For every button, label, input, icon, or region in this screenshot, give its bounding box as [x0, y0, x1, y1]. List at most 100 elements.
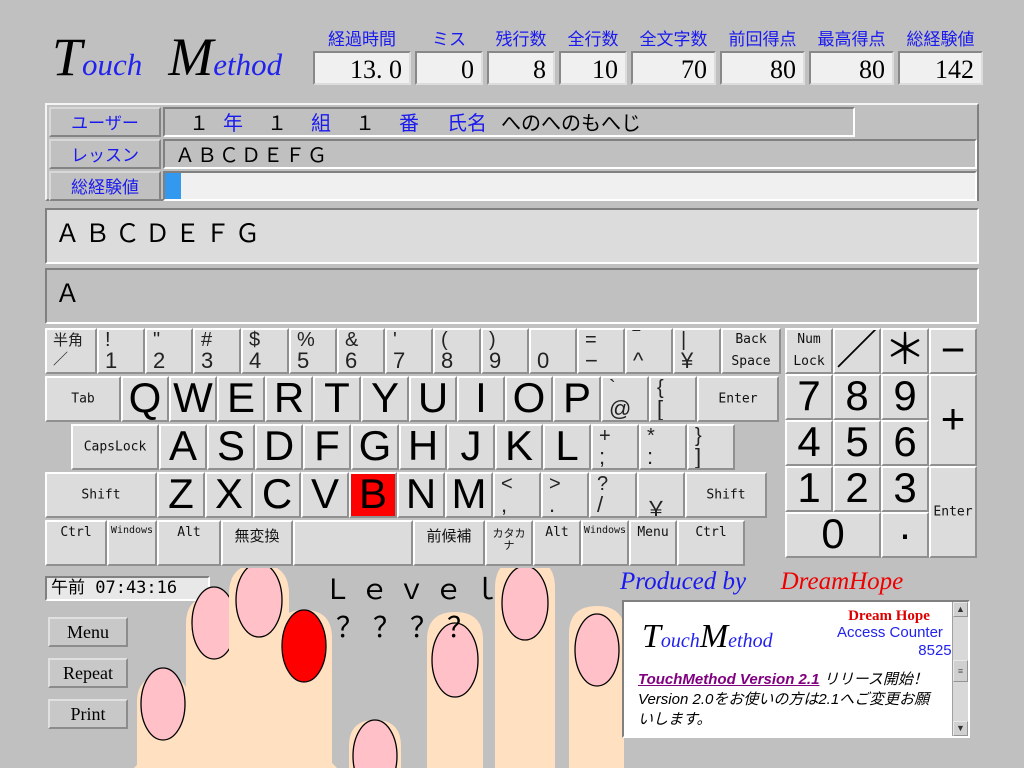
key-5[interactable]: % 5 [289, 328, 337, 374]
key-9[interactable]: ) 9 [481, 328, 529, 374]
scroll-up-arrow[interactable]: ▲ [953, 602, 968, 617]
key-base-glyph: 9 [489, 348, 502, 373]
key-8[interactable]: 8 [833, 374, 881, 420]
key-6[interactable]: 6 [881, 420, 929, 466]
key-6[interactable]: & 6 [337, 328, 385, 374]
key-label-line2: Space [731, 354, 771, 369]
key-ctrl[interactable]: Ctrl [677, 520, 745, 566]
key-j[interactable]: J [447, 424, 495, 470]
key-k[interactable]: K [495, 424, 543, 470]
key-a[interactable]: A [159, 424, 207, 470]
user-info-panel: ユーザー １ 年 １ 組 １ 番氏名 へのへのもへじ レッスン ＡＢＣＤＥＦＧ 総経験値 [45, 103, 979, 201]
key-o[interactable]: O [505, 376, 553, 422]
access-counter-label: Access Counter [837, 624, 943, 641]
browser-scrollbar[interactable]: ▲ ≡ ▼ [952, 602, 968, 736]
key-4[interactable]: $4 [241, 328, 289, 374]
key-f[interactable]: F [303, 424, 351, 470]
key-y[interactable]: Y [361, 376, 409, 422]
key-enter[interactable]: Enter [697, 376, 779, 422]
key-5[interactable]: 5 [833, 420, 881, 466]
key-blank[interactable] [293, 520, 413, 566]
key-9[interactable]: 9 [881, 374, 929, 420]
key-q[interactable]: Q [121, 376, 169, 422]
key-capslock[interactable]: CapsLock [71, 424, 159, 470]
key-·[interactable]: · [881, 512, 929, 558]
key-windows[interactable]: Windows [581, 520, 629, 566]
key-t[interactable]: T [313, 376, 361, 422]
version-link[interactable]: TouchMethod Version 2.1 [638, 671, 819, 688]
key-u[interactable]: U [409, 376, 457, 422]
scroll-down-arrow[interactable]: ▼ [953, 721, 968, 736]
key-/[interactable]: ? / [589, 472, 637, 518]
key-label: 前候補 [426, 528, 472, 545]
key-:[interactable]: *: [639, 424, 687, 470]
key-／[interactable]: ／ [833, 328, 881, 374]
key-menu[interactable]: Menu [629, 520, 677, 566]
key-＊[interactable]: ＊ [881, 328, 929, 374]
virtual-keyboard[interactable]: 半角 ／ ! 1 " 2 #3 $4% 5 & 6 ' 7(8) 9 0 = − ‾ ^ | ¥ Back Space Tab… [45, 328, 979, 568]
key-3[interactable]: 3 [881, 466, 929, 512]
key-.[interactable]: >. [541, 472, 589, 518]
key-enter[interactable]: Enter [929, 466, 977, 558]
key-2[interactable]: 2 [833, 466, 881, 512]
key-][interactable]: }] [687, 424, 735, 470]
key-3[interactable]: #3 [193, 328, 241, 374]
key-tab[interactable]: Tab [45, 376, 121, 422]
key-1[interactable]: 1 [785, 466, 833, 512]
key-windows[interactable]: Windows [107, 520, 157, 566]
key-−[interactable]: = − [577, 328, 625, 374]
key-n[interactable]: N [397, 472, 445, 518]
key-base-glyph: : [647, 444, 654, 469]
key-−[interactable]: − [929, 328, 977, 374]
key-@[interactable]: ` @ [601, 376, 649, 422]
key-1[interactable]: ! 1 [97, 328, 145, 374]
key-shift[interactable]: Shift [45, 472, 157, 518]
key-shift[interactable]: Shift [685, 472, 767, 518]
key-[[interactable]: {[ [649, 376, 697, 422]
browser-logo-ethod: ethod [728, 630, 773, 652]
key-i[interactable]: I [457, 376, 505, 422]
key-4[interactable]: 4 [785, 420, 833, 466]
key-g[interactable]: G [351, 424, 399, 470]
key-2[interactable]: " 2 [145, 328, 193, 374]
key-0[interactable]: 0 [785, 512, 881, 558]
target-text-pane: ＡＢＣＤＥＦＧ [45, 208, 979, 264]
key-alt[interactable]: Alt [533, 520, 581, 566]
key-前候補[interactable]: 前候補 [413, 520, 485, 566]
key-m[interactable]: M [445, 472, 493, 518]
key-￥[interactable]: ￥ [637, 472, 685, 518]
key-v[interactable]: V [301, 472, 349, 518]
key-p[interactable]: P [553, 376, 601, 422]
key-¥[interactable]: | ¥ [673, 328, 721, 374]
key-back[interactable]: Back Space [721, 328, 781, 374]
key-l[interactable]: L [543, 424, 591, 470]
key-8[interactable]: (8 [433, 328, 481, 374]
key-;[interactable]: +; [591, 424, 639, 470]
stat-6: 最高得点 80 [809, 30, 894, 85]
key-／[interactable]: 半角 ／ [45, 328, 97, 374]
key-無変換[interactable]: 無変換 [221, 520, 293, 566]
key-h[interactable]: H [399, 424, 447, 470]
key-r[interactable]: R [265, 376, 313, 422]
key-s[interactable]: S [207, 424, 255, 470]
embedded-browser-panel[interactable]: TouchMethod Dream Hope Access Counter 85… [622, 600, 970, 738]
key-^[interactable]: ‾ ^ [625, 328, 673, 374]
key-alt[interactable]: Alt [157, 520, 221, 566]
key-ctrl[interactable]: Ctrl [45, 520, 107, 566]
key-x[interactable]: X [205, 472, 253, 518]
key-e[interactable]: E [217, 376, 265, 422]
key-+[interactable]: + [929, 374, 977, 466]
key-num[interactable]: Num Lock [785, 328, 833, 374]
key-カタカ[interactable]: カタカナ [485, 520, 533, 566]
browser-line2: Version 2.0をお使いの方は2.1へご変更お願 [638, 691, 930, 708]
key-c[interactable]: C [253, 472, 301, 518]
scroll-thumb[interactable]: ≡ [953, 660, 968, 682]
key-0[interactable]: 0 [529, 328, 577, 374]
key-,[interactable]: <, [493, 472, 541, 518]
key-b[interactable]: B [349, 472, 397, 518]
key-7[interactable]: 7 [785, 374, 833, 420]
key-z[interactable]: Z [157, 472, 205, 518]
key-7[interactable]: ' 7 [385, 328, 433, 374]
key-d[interactable]: D [255, 424, 303, 470]
key-w[interactable]: W [169, 376, 217, 422]
